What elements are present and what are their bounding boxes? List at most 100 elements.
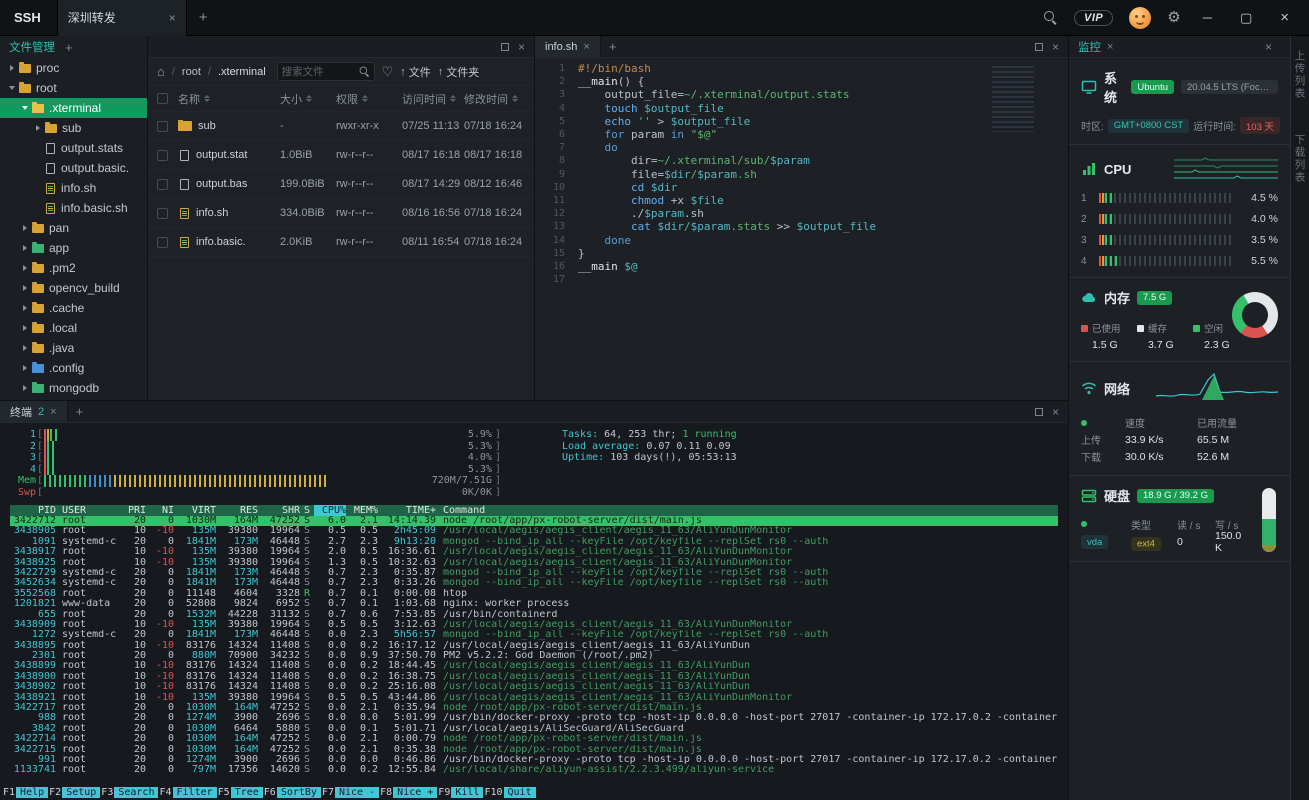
session-tab[interactable]: 深圳转发 × [57,0,187,36]
tree-item-sub[interactable]: sub [0,118,147,138]
fkey-F6[interactable]: F6SortBy [263,786,321,799]
tree-item-root[interactable]: root [0,78,147,98]
upload-file-button[interactable]: ↑ 文件 [400,64,431,80]
tree-item-.cache[interactable]: .cache [0,298,147,318]
editor-tab-close-icon[interactable]: × [583,41,589,53]
process-column-virt[interactable]: VIRT [174,505,216,516]
monitor-tab[interactable]: 监控 × [1078,39,1113,55]
breadcrumb-current[interactable]: .xterminal [218,66,266,78]
process-column-res[interactable]: RES [216,505,258,516]
row-checkbox[interactable] [157,150,168,161]
code-area[interactable]: 1#!/bin/bash2__main() {3 output_file=~/.… [535,58,1068,290]
fkey-F4[interactable]: F4Filter [158,786,216,799]
dock-tab-上传列表[interactable]: 上传列表 [1293,50,1308,100]
file-row-output.stat[interactable]: output.stat1.0BiBrw-r--r--08/17 16:1808/… [148,141,534,170]
process-column-cpu[interactable]: CPU% [314,505,346,516]
tree-item-app[interactable]: app [0,238,147,258]
expand-icon[interactable] [1035,408,1043,416]
file-manager-pane-header: × [148,36,534,58]
file-row-info.basic.[interactable]: info.basic.2.0KiBrw-r--r--08/11 16:5407/… [148,228,534,257]
tree-item-.xterminal[interactable]: .xterminal [0,98,147,118]
fkey-F7[interactable]: F7Nice - [321,786,379,799]
column-permissions[interactable]: 权限 [336,91,402,107]
minimize-button[interactable]: ─ [1197,10,1218,25]
maximize-button[interactable]: ▢ [1234,10,1258,26]
favorites-icon[interactable]: ♡ [382,64,394,80]
tree-item-info.sh[interactable]: info.sh [0,178,147,198]
tree-item-info.basic.sh[interactable]: info.basic.sh [0,198,147,218]
terminal-tab[interactable]: 终端 2 × [0,401,68,422]
file-manager-tab[interactable]: 文件管理 [9,39,55,55]
dock-tab-下载列表[interactable]: 下载列表 [1293,134,1308,184]
row-checkbox[interactable] [157,121,168,132]
add-panel-button[interactable]: + [65,40,73,55]
column-name[interactable]: 名称 [168,91,280,107]
code-line: 10 cd $dir [535,181,1068,194]
tree-item-.local[interactable]: .local [0,318,147,338]
column-access-time[interactable]: 访问时间 [402,91,464,107]
process-column-pri[interactable]: PRI [120,505,146,516]
column-size[interactable]: 大小 [280,91,336,107]
tree-item-.config[interactable]: .config [0,358,147,378]
search-icon[interactable] [359,66,370,77]
close-icon[interactable]: × [1052,406,1059,418]
memory-legend-item: 空闲2.3 G [1193,321,1239,351]
monitor-tab-close-icon[interactable]: × [1107,41,1113,53]
file-row-sub[interactable]: sub-rwxr-xr-x07/25 11:1307/18 16:24 [148,112,534,141]
expand-icon[interactable] [1035,43,1043,51]
close-icon[interactable]: × [1052,41,1059,53]
fkey-F2[interactable]: F2Setup [48,786,100,799]
process-column-pid[interactable]: PID [10,505,56,516]
process-column-s[interactable]: S [300,505,314,516]
terminal-screen[interactable]: 1[5.9%]2[5.3%]3[4.0%]4[5.3%]Mem[720M/7.5… [0,423,1068,784]
home-icon[interactable]: ⌂ [157,64,165,79]
fkey-F8[interactable]: F8Nice + [379,786,437,799]
file-search-input[interactable] [282,66,356,78]
fkey-F10[interactable]: F10Quit [483,786,535,799]
fkey-F3[interactable]: F3Search [100,786,158,799]
fkey-F1[interactable]: F1Help [2,786,48,799]
process-column-time[interactable]: TIME+ [378,505,436,516]
file-row-output.bas[interactable]: output.bas199.0BiBrw-r--r--08/17 14:2908… [148,170,534,199]
process-column-user[interactable]: USER [56,505,120,516]
process-column-ni[interactable]: NI [146,505,174,516]
tree-item-proc[interactable]: proc [0,58,147,78]
tree-item-mongodb[interactable]: mongodb [0,378,147,398]
row-checkbox[interactable] [157,179,168,190]
file-row-info.sh[interactable]: info.sh334.0BiBrw-r--r--08/16 16:5607/18… [148,199,534,228]
tree-item-.java[interactable]: .java [0,338,147,358]
network-total-column: 已用流量 [1197,415,1278,430]
process-column-mem[interactable]: MEM% [346,505,378,516]
column-modify-time[interactable]: 修改时间 [464,91,522,107]
close-icon[interactable]: × [1265,41,1272,53]
vip-badge[interactable]: VIP [1074,10,1113,26]
process-column-shr[interactable]: SHR [258,505,300,516]
new-session-tab-button[interactable]: + [199,9,208,26]
tree-item-output.stats[interactable]: output.stats [0,138,147,158]
breadcrumb-root[interactable]: root [182,66,201,78]
gear-icon[interactable]: ⚙ [1167,10,1180,25]
fkey-F9[interactable]: F9Kill [437,786,483,799]
editor-tab[interactable]: info.sh × [535,36,601,57]
tree-item-output.basic.[interactable]: output.basic. [0,158,147,178]
close-icon[interactable]: × [518,41,525,53]
window-close-button[interactable]: × [1274,9,1295,26]
new-terminal-button[interactable]: + [68,401,92,422]
terminal-tab-close-icon[interactable]: × [50,406,56,418]
search-icon[interactable] [1043,10,1058,25]
fkey-F5[interactable]: F5Tree [217,786,263,799]
tree-item-opencv_build[interactable]: opencv_build [0,278,147,298]
row-checkbox[interactable] [157,237,168,248]
new-editor-tab-button[interactable]: + [601,36,625,57]
session-tab-close-icon[interactable]: × [169,11,176,25]
upload-folder-button[interactable]: ↑ 文件夹 [438,64,480,80]
core-percent: 3.5 % [1242,234,1278,246]
tree-item-.pm2[interactable]: .pm2 [0,258,147,278]
process-column-command[interactable]: Command [436,505,1058,516]
expand-icon[interactable] [501,43,509,51]
avatar[interactable] [1129,7,1151,29]
select-all-checkbox[interactable] [157,93,168,104]
tree-item-pan[interactable]: pan [0,218,147,238]
memory-legend-label: 缓存 [1137,321,1183,335]
row-checkbox[interactable] [157,208,168,219]
